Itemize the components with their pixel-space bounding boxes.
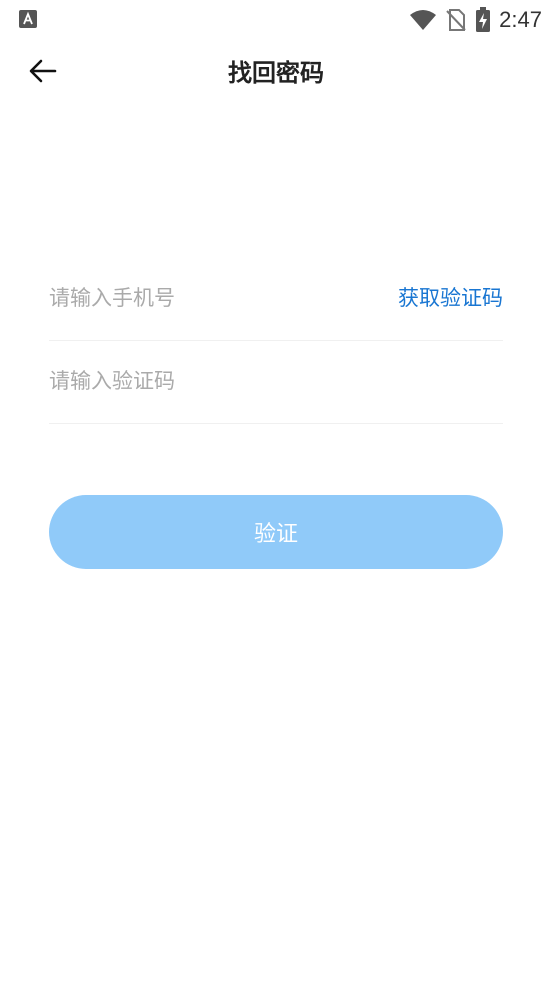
status-bar: 2:47 (0, 0, 552, 40)
verification-code-input[interactable] (49, 341, 369, 421)
status-icons: 2:47 (409, 6, 542, 34)
battery-charging-icon (475, 7, 491, 33)
wifi-icon (409, 9, 437, 31)
screen: 2:47 找回密码 获取验证码 验证 (0, 0, 552, 981)
header: 找回密码 (0, 40, 552, 106)
font-a-icon (19, 10, 37, 28)
phone-row: 获取验证码 (49, 258, 503, 341)
code-row (49, 341, 503, 424)
reset-form: 获取验证码 (49, 258, 503, 424)
status-time: 2:47 (499, 7, 542, 32)
get-code-button[interactable]: 获取验证码 (398, 282, 503, 312)
verify-button[interactable]: 验证 (49, 495, 503, 569)
no-sim-icon (445, 8, 467, 32)
arrow-left-icon (29, 59, 57, 87)
page-title: 找回密码 (228, 59, 324, 87)
phone-input[interactable] (49, 258, 369, 338)
back-button[interactable] (20, 50, 66, 96)
